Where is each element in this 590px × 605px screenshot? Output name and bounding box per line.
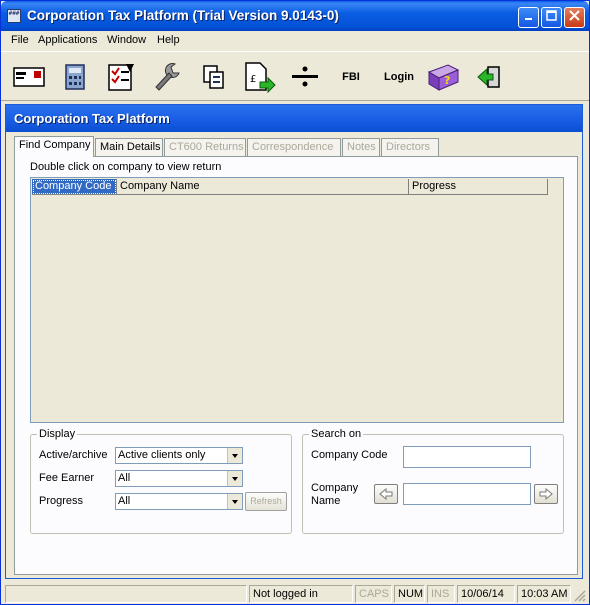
menu-file[interactable]: File	[11, 34, 29, 46]
menu-bar: File Applications Window Help	[1, 31, 589, 50]
status-caps: CAPS	[355, 585, 392, 603]
toolbar-copy-button[interactable]	[196, 59, 232, 95]
toolbar: £ FBI Login ?	[1, 51, 589, 101]
maximize-button[interactable]	[541, 7, 562, 28]
column-progress[interactable]: Progress	[409, 179, 548, 195]
menu-help[interactable]: Help	[157, 34, 180, 46]
search-next-button[interactable]	[534, 484, 558, 504]
child-window: Corporation Tax Platform Find Company Ma…	[5, 104, 583, 579]
company-name-label-line1: Company	[311, 482, 359, 494]
active-archive-value: Active clients only	[118, 449, 206, 461]
tab-main-details[interactable]: Main Details	[95, 138, 163, 156]
tab-ct600-returns[interactable]: CT600 Returns	[164, 138, 246, 156]
calculator-icon	[65, 64, 85, 90]
arrow-left-icon	[379, 488, 393, 500]
column-company-name[interactable]: Company Name	[117, 179, 409, 195]
fee-earner-label: Fee Earner	[39, 472, 95, 484]
status-message	[5, 585, 247, 603]
close-button[interactable]	[564, 7, 585, 28]
active-archive-select[interactable]: Active clients only	[115, 447, 243, 464]
toolbar-mail-button[interactable]	[11, 59, 47, 95]
toolbar-calculator-button[interactable]	[57, 59, 93, 95]
title-bar[interactable]: ### Corporation Tax Platform (Trial Vers…	[1, 1, 589, 31]
window-title: Corporation Tax Platform (Trial Version …	[27, 8, 339, 23]
document-export-icon: £	[245, 62, 276, 94]
close-icon	[569, 10, 580, 21]
menu-window[interactable]: Window	[107, 34, 146, 46]
exit-door-icon	[477, 66, 500, 88]
tab-correspondence[interactable]: Correspondence	[247, 138, 341, 156]
toolbar-fbi-button[interactable]: FBI	[333, 59, 369, 95]
company-code-input[interactable]	[403, 446, 531, 468]
tab-directors[interactable]: Directors	[381, 138, 439, 156]
tab-find-company[interactable]: Find Company	[14, 136, 94, 157]
status-num: NUM	[394, 585, 425, 603]
toolbar-checklist-button[interactable]	[103, 59, 139, 95]
toolbar-divide-button[interactable]	[287, 59, 323, 95]
status-time: 10:03 AM	[517, 585, 571, 603]
list-header: Company Code Company Name Progress	[32, 179, 564, 195]
fee-earner-value: All	[118, 472, 131, 484]
search-previous-button[interactable]	[374, 484, 398, 504]
find-company-panel: Double click on company to view return C…	[14, 156, 578, 575]
resize-grip-icon[interactable]	[573, 589, 586, 602]
display-group: Display Active/archive Active clients on…	[30, 428, 292, 534]
minimize-icon	[524, 18, 532, 20]
divide-icon	[292, 66, 318, 87]
company-name-label-line2: Name	[311, 495, 341, 507]
wrench-icon	[155, 63, 180, 91]
column-company-code[interactable]: Company Code	[32, 179, 117, 195]
chevron-down-icon[interactable]	[227, 448, 242, 463]
chevron-down-icon[interactable]	[227, 494, 242, 509]
tab-notes[interactable]: Notes	[342, 138, 380, 156]
svg-text:?: ?	[444, 74, 450, 87]
toolbar-exit-button[interactable]	[471, 59, 507, 95]
search-legend: Search on	[309, 428, 364, 440]
maximize-icon	[546, 10, 557, 21]
mail-icon	[13, 67, 45, 87]
progress-label: Progress	[39, 495, 84, 507]
status-bar: Not logged in CAPS NUM INS 10/06/14 10:0…	[1, 584, 589, 604]
active-archive-label: Active/archive	[39, 449, 108, 461]
toolbar-login-button[interactable]: Login	[380, 59, 418, 95]
toolbar-wrench-button[interactable]	[149, 59, 185, 95]
app-icon[interactable]: ###	[7, 9, 21, 23]
progress-select[interactable]: All	[115, 493, 243, 510]
status-date: 10/06/14	[457, 585, 515, 603]
copy-pages-icon	[203, 65, 224, 89]
arrow-right-icon	[539, 488, 553, 500]
display-legend: Display	[37, 428, 78, 440]
company-code-label: Company Code	[311, 449, 388, 461]
company-name-input[interactable]	[403, 483, 531, 505]
status-ins: INS	[427, 585, 455, 603]
login-label: Login	[384, 71, 414, 83]
minimize-button[interactable]	[518, 7, 539, 28]
status-login: Not logged in	[249, 585, 353, 603]
search-group: Search on Company Code Company Name	[302, 428, 564, 534]
toolbar-help-button[interactable]: ?	[425, 59, 461, 95]
chevron-down-icon[interactable]	[227, 471, 242, 486]
checklist-icon	[108, 64, 134, 91]
fee-earner-select[interactable]: All	[115, 470, 243, 487]
svg-text:£: £	[250, 74, 256, 85]
company-list[interactable]: Company Code Company Name Progress	[30, 177, 564, 423]
main-window: ### Corporation Tax Platform (Trial Vers…	[0, 0, 590, 605]
hint-text: Double click on company to view return	[30, 161, 222, 173]
refresh-button[interactable]: Refresh	[245, 492, 287, 511]
toolbar-export-button[interactable]: £	[241, 59, 277, 95]
menu-applications[interactable]: Applications	[38, 34, 97, 46]
help-book-icon: ?	[427, 64, 460, 91]
child-window-title: Corporation Tax Platform	[6, 105, 582, 132]
fbi-label: FBI	[342, 71, 360, 83]
progress-value: All	[118, 495, 131, 507]
